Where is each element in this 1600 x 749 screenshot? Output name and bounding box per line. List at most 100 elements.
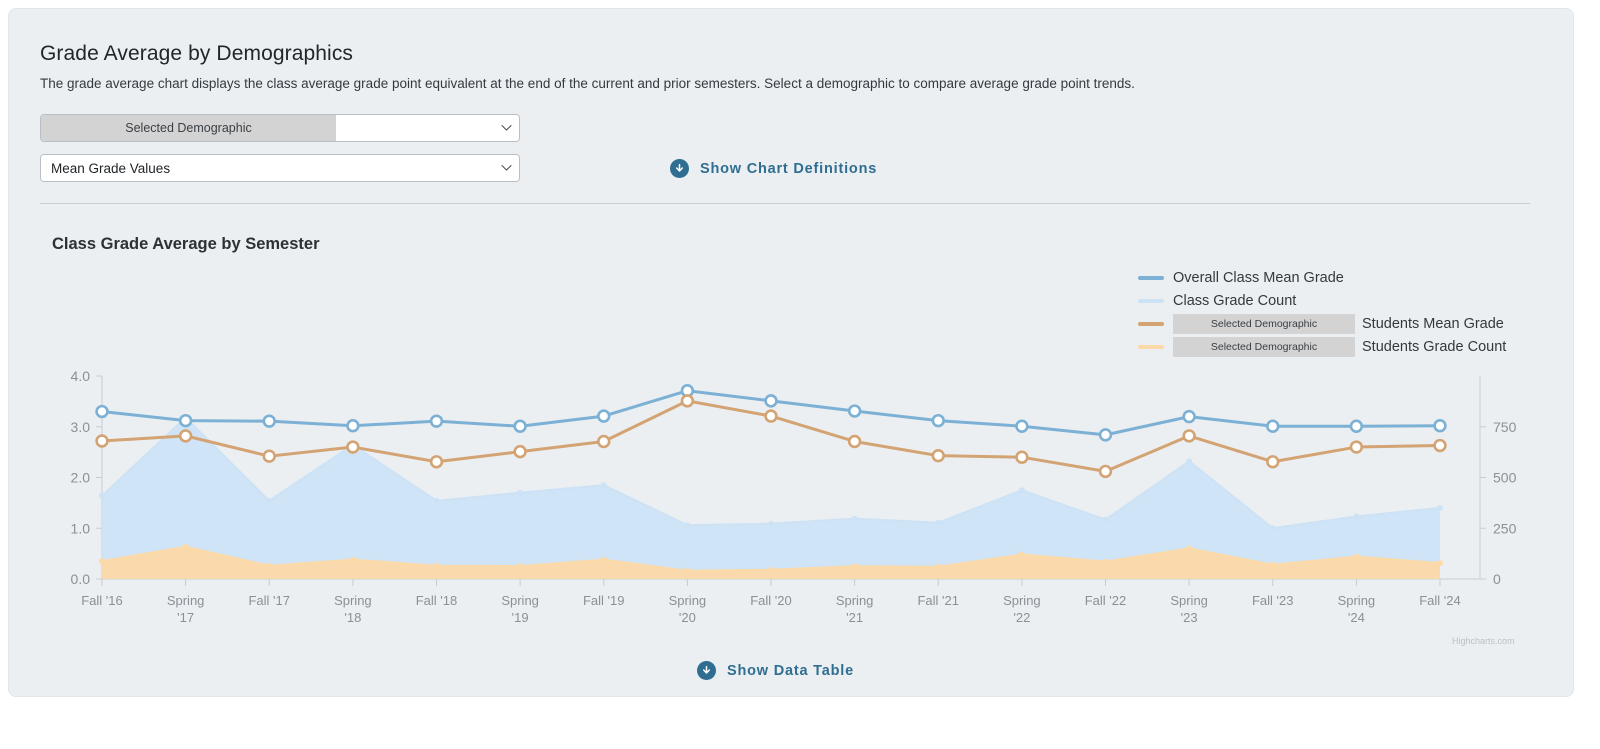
line-series-point[interactable]: [513, 444, 527, 459]
metric-dropdown[interactable]: Mean Grade Values: [40, 154, 520, 182]
legend-item-label: Students Mean Grade: [1362, 316, 1504, 332]
chevron-down-icon: [493, 115, 519, 141]
line-series-point[interactable]: [597, 409, 611, 423]
legend-swatch: [1138, 345, 1164, 349]
line-series-point[interactable]: [1433, 419, 1447, 433]
area-series-point[interactable]: [684, 522, 691, 529]
area-series-point[interactable]: [1018, 551, 1025, 558]
page-description: The grade average chart displays the cla…: [40, 76, 1135, 91]
line-series-point[interactable]: [262, 414, 276, 428]
line-series-point[interactable]: [1182, 429, 1196, 443]
line-series-point[interactable]: [1266, 455, 1280, 469]
line-series-point[interactable]: [931, 413, 945, 428]
x-axis-category-label: Spring '21: [836, 593, 874, 625]
y-axis-left-tick-label: 2.0: [71, 470, 91, 486]
area-series-point[interactable]: [1353, 513, 1360, 520]
area-series-point[interactable]: [935, 563, 942, 570]
line-series-point[interactable]: [178, 429, 193, 443]
legend-item[interactable]: Overall Class Mean Grade: [1138, 268, 1506, 288]
area-series-point[interactable]: [433, 562, 440, 569]
area-series-point[interactable]: [851, 515, 858, 522]
line-series-point[interactable]: [847, 434, 862, 449]
area-series-point[interactable]: [768, 520, 774, 527]
line-series-point[interactable]: [1015, 419, 1029, 433]
line-series-point[interactable]: [1266, 419, 1280, 433]
x-axis-category-label: Spring '17: [167, 593, 205, 625]
grade-average-dashboard: Grade Average by Demographics The grade …: [0, 0, 1600, 749]
y-axis-right-tick-label: 0: [1493, 571, 1501, 587]
line-series-point[interactable]: [95, 404, 109, 419]
line-series-point[interactable]: [429, 414, 444, 428]
area-series-point[interactable]: [1102, 516, 1109, 523]
legend-item[interactable]: Class Grade Count: [1138, 291, 1506, 311]
line-series-point[interactable]: [931, 448, 945, 463]
line-series-point[interactable]: [1015, 450, 1029, 464]
line-series-point[interactable]: [1098, 464, 1113, 479]
x-axis-category-label: Fall '22: [1085, 593, 1127, 608]
line-series-point[interactable]: [764, 409, 778, 423]
x-axis-category-label: Spring '18: [334, 593, 372, 625]
legend-item[interactable]: Selected Demographic Students Grade Count: [1138, 337, 1506, 357]
x-axis-category-label: Fall '18: [416, 593, 458, 608]
x-axis-category-label: Fall '20: [750, 593, 792, 608]
x-axis-category-label: Fall '16: [81, 593, 123, 608]
selected-demographic-prefix-label: Selected Demographic: [41, 115, 337, 141]
show-data-table-link[interactable]: Show Data Table: [697, 661, 854, 680]
legend-swatch: [1138, 299, 1164, 303]
area-series-point[interactable]: [1018, 487, 1025, 494]
line-series-point[interactable]: [847, 404, 862, 418]
area-series-point[interactable]: [1186, 545, 1193, 552]
chevron-down-icon: [493, 155, 519, 181]
area-series-point[interactable]: [1269, 561, 1276, 568]
line-series-point[interactable]: [513, 419, 527, 433]
legend-item[interactable]: Selected Demographic Students Mean Grade: [1138, 314, 1506, 334]
x-axis-category-label: Spring '19: [501, 593, 539, 625]
line-series-point[interactable]: [1349, 419, 1364, 433]
metric-value: Mean Grade Values: [41, 155, 493, 181]
area-series-area: [102, 417, 1440, 579]
legend-swatch: [1138, 276, 1164, 280]
y-axis-left-tick-label: 0.0: [71, 571, 91, 587]
area-series-point[interactable]: [1269, 525, 1276, 532]
line-series-point[interactable]: [1349, 440, 1364, 454]
line-series-point[interactable]: [346, 440, 360, 454]
area-series-point[interactable]: [517, 563, 524, 570]
area-series-point[interactable]: [99, 558, 105, 565]
line-series-point[interactable]: [1433, 438, 1447, 453]
line-series-point[interactable]: [95, 434, 109, 448]
y-axis-right-tick-label: 250: [1493, 520, 1517, 536]
line-series-point[interactable]: [429, 455, 444, 469]
area-series-point[interactable]: [99, 492, 105, 499]
line-series-point[interactable]: [764, 394, 778, 408]
show-chart-definitions-label: Show Chart Definitions: [700, 160, 878, 177]
page-title: Grade Average by Demographics: [40, 42, 354, 65]
area-series-point[interactable]: [182, 543, 189, 550]
area-series-point[interactable]: [935, 519, 942, 526]
line-series-point[interactable]: [262, 449, 276, 463]
y-axis-right-tick-label: 500: [1493, 470, 1517, 486]
line-series-point[interactable]: [346, 419, 360, 433]
line-series-point[interactable]: [178, 413, 193, 428]
area-series-point[interactable]: [1102, 558, 1109, 565]
area-series-point[interactable]: [1437, 560, 1443, 567]
line-series-point[interactable]: [1182, 409, 1196, 424]
area-series-point[interactable]: [349, 556, 356, 563]
area-series-point[interactable]: [600, 556, 607, 563]
x-axis-category-label: Spring '22: [1003, 593, 1041, 625]
area-series-point[interactable]: [600, 482, 607, 489]
area-series-point[interactable]: [266, 497, 273, 504]
selected-demographic-dropdown[interactable]: Selected Demographic: [40, 114, 520, 142]
area-series-point[interactable]: [433, 497, 440, 504]
line-series-point[interactable]: [597, 434, 611, 449]
area-series-point[interactable]: [1353, 553, 1360, 560]
area-series-point[interactable]: [684, 567, 691, 574]
area-series-point[interactable]: [517, 489, 524, 496]
area-series-point[interactable]: [1437, 504, 1443, 511]
area-series-point[interactable]: [1186, 458, 1193, 465]
area-series-point[interactable]: [768, 566, 774, 573]
line-series-point[interactable]: [1098, 428, 1113, 442]
area-series-point[interactable]: [266, 562, 273, 569]
show-chart-definitions-link[interactable]: Show Chart Definitions: [670, 159, 877, 178]
area-series-point[interactable]: [851, 563, 858, 570]
line-series-point[interactable]: [680, 394, 695, 408]
